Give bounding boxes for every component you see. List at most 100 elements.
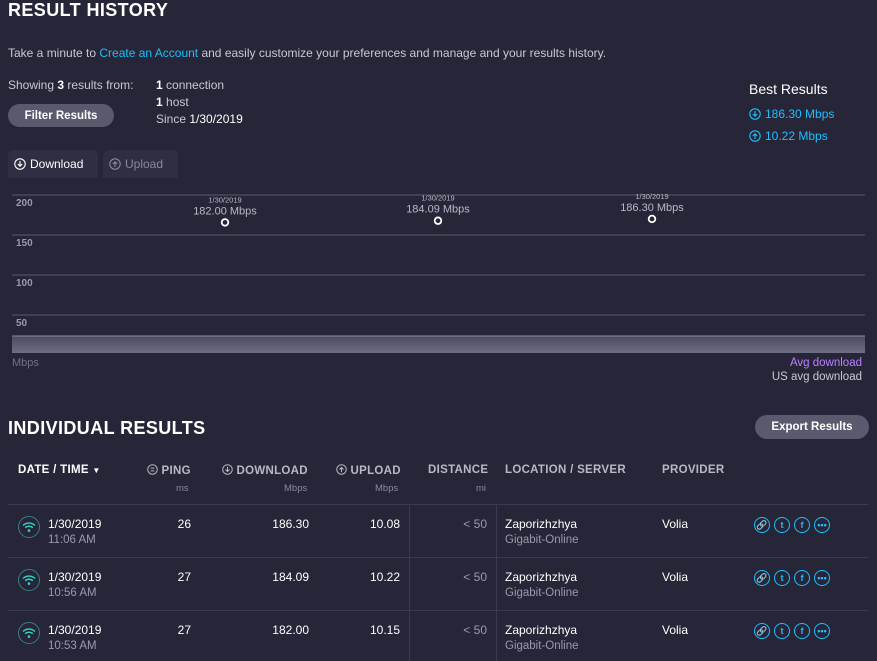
hosts-summary: 1 host [156, 95, 189, 109]
since-summary: Since 1/30/2019 [156, 112, 243, 126]
row-upload: 10.08 [369, 517, 400, 531]
sort-caret-icon: ▼ [92, 466, 101, 475]
distance-unit: mi [476, 483, 487, 494]
data-point-date: 1/30/2019 [635, 192, 668, 201]
y-axis-unit: Mbps [12, 357, 39, 369]
y-tick-label: 50 [16, 318, 28, 329]
best-upload-value: 10.22 Mbps [765, 129, 828, 143]
row-distance: < 50 [463, 517, 487, 531]
column-separator [496, 558, 497, 610]
data-point-label: 182.00 Mbps [193, 205, 257, 217]
ping-icon [147, 464, 158, 475]
download-col-icon [222, 464, 233, 475]
data-point-label: 186.30 Mbps [620, 202, 684, 214]
upload-tab-icon [109, 158, 121, 170]
column-download: DOWNLOAD [222, 464, 308, 477]
create-account-link[interactable]: Create an Account [99, 46, 198, 60]
link-icon[interactable]: 🔗 [754, 623, 770, 639]
wifi-icon [18, 622, 40, 644]
tab-upload[interactable]: Upload [103, 150, 178, 178]
hosts-count: 1 [156, 95, 163, 109]
legend-us-avg-download[interactable]: US avg download [772, 371, 862, 383]
upload-unit: Mbps [375, 483, 399, 494]
row-download: 186.30 [272, 517, 309, 531]
facebook-icon[interactable]: f [794, 623, 810, 639]
column-separator [409, 505, 410, 557]
row-time: 10:53 AM [48, 640, 97, 652]
row-location: Zaporizhzhya [505, 623, 578, 637]
twitter-icon[interactable]: t [774, 623, 790, 639]
link-icon[interactable]: 🔗 [754, 570, 770, 586]
column-separator [409, 611, 410, 661]
row-upload: 10.22 [369, 570, 400, 584]
connections-count: 1 [156, 78, 163, 92]
best-upload: 10.22 Mbps [749, 129, 828, 143]
row-provider: Volia [662, 517, 689, 531]
data-point-label: 184.09 Mbps [406, 204, 470, 216]
hosts-label: host [162, 95, 189, 109]
column-ping-label: PING [161, 465, 191, 477]
intro-suffix: and easily customize your preferences an… [198, 46, 607, 60]
data-point-date: 1/30/2019 [208, 195, 241, 204]
twitter-icon[interactable]: t [774, 517, 790, 533]
data-point [220, 218, 230, 227]
row-distance: < 50 [463, 623, 487, 637]
showing-prefix: Showing [8, 78, 58, 92]
download-tab-icon [14, 158, 26, 170]
column-provider: PROVIDER [662, 464, 725, 476]
intro-text: Take a minute to Create an Account and e… [8, 46, 606, 60]
column-distance: DISTANCE [428, 464, 489, 476]
link-icon[interactable]: 🔗 [754, 517, 770, 533]
export-results-button[interactable]: Export Results [755, 415, 869, 439]
row-time: 10:56 AM [48, 587, 97, 599]
row-server: Gigabit-Online [505, 640, 579, 652]
row-download: 182.00 [272, 623, 309, 637]
showing-suffix: results from: [64, 78, 134, 92]
row-server: Gigabit-Online [505, 587, 579, 599]
table-row[interactable]: 1/30/2019 10:56 AM 27 184.09 10.22 < 50 … [0, 558, 877, 610]
more-icon[interactable]: ••• [814, 623, 830, 639]
tab-download-label: Download [30, 157, 84, 171]
best-results-title: Best Results [749, 81, 828, 97]
row-ping: 27 [177, 570, 191, 584]
table-row[interactable]: 1/30/2019 10:53 AM 27 182.00 10.15 < 50 … [0, 611, 877, 661]
row-date: 1/30/2019 [48, 570, 102, 584]
column-separator [409, 558, 410, 610]
column-upload: UPLOAD [336, 464, 401, 477]
row-location: Zaporizhzhya [505, 517, 578, 531]
facebook-icon[interactable]: f [794, 570, 810, 586]
since-date: 1/30/2019 [189, 112, 243, 126]
table-row[interactable]: 1/30/2019 11:06 AM 26 186.30 10.08 < 50 … [0, 505, 877, 557]
data-point [433, 216, 443, 225]
twitter-icon[interactable]: t [774, 570, 790, 586]
legend-avg-download[interactable]: Avg download [790, 357, 862, 369]
more-icon[interactable]: ••• [814, 570, 830, 586]
connections-summary: 1 connection [156, 78, 224, 92]
more-icon[interactable]: ••• [814, 517, 830, 533]
y-tick-label: 150 [16, 238, 33, 249]
filter-results-button[interactable]: Filter Results [8, 104, 114, 127]
page-title: RESULT HISTORY [8, 0, 169, 20]
download-arrow-icon [749, 108, 761, 120]
column-location-server: LOCATION / SERVER [505, 464, 626, 476]
column-separator [496, 611, 497, 661]
connections-label: connection [162, 78, 225, 92]
column-date-label: DATE / TIME [18, 464, 89, 476]
row-location: Zaporizhzhya [505, 570, 578, 584]
column-download-label: DOWNLOAD [236, 465, 308, 477]
row-download: 184.09 [272, 570, 309, 584]
column-ping: PING [147, 464, 191, 477]
row-ping: 27 [177, 623, 191, 637]
row-server: Gigabit-Online [505, 534, 579, 546]
individual-results-title: INDIVIDUAL RESULTS [8, 418, 206, 438]
column-date-time[interactable]: DATE / TIME ▼ [18, 464, 101, 476]
y-tick-label: 100 [16, 278, 33, 289]
wifi-icon [18, 516, 40, 538]
row-provider: Volia [662, 570, 689, 584]
data-point [647, 214, 657, 224]
ping-unit: ms [176, 483, 189, 494]
tab-download[interactable]: Download [8, 150, 98, 178]
best-download: 186.30 Mbps [749, 107, 834, 121]
facebook-icon[interactable]: f [794, 517, 810, 533]
upload-arrow-icon [749, 130, 761, 142]
